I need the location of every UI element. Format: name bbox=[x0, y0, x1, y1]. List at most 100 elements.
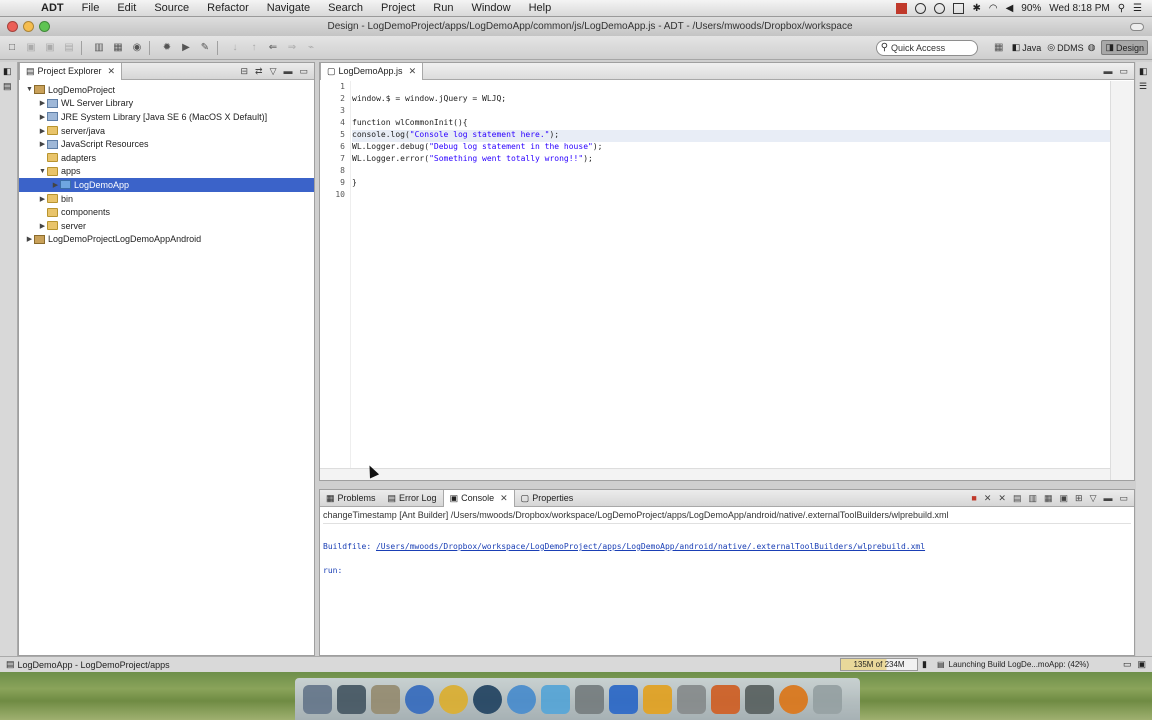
eclipse-dock-icon[interactable] bbox=[677, 684, 706, 714]
pin-editor-icon[interactable]: ⌁ bbox=[304, 41, 318, 55]
avd-manager-icon[interactable]: ▦ bbox=[111, 41, 125, 55]
network-dock-icon[interactable] bbox=[507, 684, 536, 714]
sync-icon[interactable] bbox=[915, 2, 927, 14]
outline-view-icon[interactable]: ☰ bbox=[1139, 81, 1149, 92]
tab-project-explorer[interactable]: ▤ Project Explorer ✕ bbox=[19, 62, 123, 80]
new-icon[interactable]: □ bbox=[5, 41, 19, 55]
menu-edit[interactable]: Edit bbox=[108, 2, 145, 14]
powerpoint-dock-icon[interactable] bbox=[711, 684, 740, 714]
menu-navigate[interactable]: Navigate bbox=[258, 2, 319, 14]
tree-item[interactable]: ▶ server/java bbox=[19, 124, 314, 138]
menu-app[interactable]: ADT bbox=[32, 2, 73, 14]
quick-access-field[interactable]: ⚲ Quick Access bbox=[875, 39, 978, 56]
tree-item[interactable]: adapters bbox=[19, 151, 314, 165]
console-output[interactable]: changeTimestamp [Ant Builder] /Users/mwo… bbox=[320, 507, 1134, 578]
collapse-all-icon[interactable]: ⊟ bbox=[240, 66, 248, 77]
perspective-design[interactable]: ◨ Design bbox=[1101, 40, 1148, 55]
word-dock-icon[interactable] bbox=[609, 684, 638, 714]
remove-all-icon[interactable]: ✕ bbox=[998, 493, 1006, 504]
collapsed-icon[interactable]: ▶ bbox=[25, 235, 34, 243]
menu-run[interactable]: Run bbox=[424, 2, 462, 14]
back-icon[interactable]: ⇐ bbox=[266, 41, 280, 55]
tree-item[interactable]: ▼ LogDemoProject bbox=[19, 83, 314, 97]
tree-item[interactable]: ▶ server bbox=[19, 219, 314, 233]
menu-refactor[interactable]: Refactor bbox=[198, 2, 258, 14]
tab-logdemoapp-js[interactable]: ▢ LogDemoApp.js ✕ bbox=[320, 62, 424, 80]
tree-item[interactable]: ▼ apps bbox=[19, 165, 314, 179]
utility-dock-icon[interactable] bbox=[745, 684, 774, 714]
chrome-dock-icon[interactable] bbox=[439, 684, 468, 714]
link-editor-icon[interactable]: ⇄ bbox=[255, 66, 263, 77]
editor-horizontal-scrollbar[interactable] bbox=[320, 468, 1110, 480]
buildfile-link[interactable]: /Users/mwoods/Dropbox/workspace/LogDemoP… bbox=[376, 542, 925, 551]
tab-problems[interactable]: ▦ Problems bbox=[320, 490, 382, 507]
editor-vertical-scrollbar[interactable] bbox=[1110, 81, 1134, 480]
tree-item[interactable]: ▶ bin bbox=[19, 192, 314, 206]
terminate-icon[interactable]: ■ bbox=[971, 493, 976, 504]
tab-properties[interactable]: ▢ Properties bbox=[515, 490, 580, 507]
heap-status[interactable]: 135M of 234M bbox=[840, 658, 919, 671]
collapsed-icon[interactable]: ▶ bbox=[38, 127, 47, 135]
trash-dock-icon[interactable] bbox=[813, 684, 842, 714]
tab-error-log[interactable]: ▤ Error Log bbox=[382, 490, 443, 507]
menu-help[interactable]: Help bbox=[520, 2, 561, 14]
code-lines[interactable]: window.$ = window.jQuery = WLJQ; functio… bbox=[350, 81, 1134, 480]
garbage-collect-icon[interactable]: ▮ bbox=[922, 659, 927, 670]
messages-dock-icon[interactable] bbox=[541, 684, 570, 714]
collapsed-icon[interactable]: ▶ bbox=[38, 140, 47, 148]
close-icon[interactable]: ✕ bbox=[108, 66, 116, 77]
expanded-icon[interactable]: ▼ bbox=[38, 168, 47, 175]
outlook-dock-icon[interactable] bbox=[643, 684, 672, 714]
zoom-window-button[interactable] bbox=[39, 21, 50, 32]
spotlight-icon[interactable]: ⚲ bbox=[1118, 3, 1125, 14]
collapsed-icon[interactable]: ▶ bbox=[38, 113, 47, 121]
menu-source[interactable]: Source bbox=[145, 2, 198, 14]
chat-icon[interactable] bbox=[934, 2, 946, 14]
firefox-dock-icon[interactable] bbox=[779, 684, 808, 714]
tree-item[interactable]: components bbox=[19, 205, 314, 219]
minimize-icon[interactable]: ▬ bbox=[283, 66, 292, 77]
restore-icon[interactable]: ◧ bbox=[1139, 66, 1149, 77]
collapsed-icon[interactable]: ▶ bbox=[51, 181, 60, 189]
perspective-ddms[interactable]: ◎ DDMS bbox=[1047, 42, 1083, 53]
time-machine-icon[interactable] bbox=[953, 2, 965, 14]
close-icon[interactable]: ✕ bbox=[409, 66, 417, 77]
minimized-view-icon[interactable]: ▤ bbox=[3, 81, 14, 92]
status-close-icon[interactable]: ▣ bbox=[1137, 659, 1146, 670]
restore-icon[interactable]: ◧ bbox=[3, 66, 14, 77]
tab-console[interactable]: ▣ Console ✕ bbox=[442, 489, 515, 507]
bluetooth-icon[interactable]: ✱ bbox=[972, 3, 980, 14]
open-console-icon[interactable]: ⊞ bbox=[1075, 493, 1083, 504]
tree-item[interactable]: ▶ JavaScript Resources bbox=[19, 137, 314, 151]
menu-search[interactable]: Search bbox=[319, 2, 372, 14]
toolbar-toggle-button[interactable] bbox=[1130, 22, 1144, 31]
menu-file[interactable]: File bbox=[73, 2, 109, 14]
tools-dock-icon[interactable] bbox=[337, 684, 366, 714]
expanded-icon[interactable]: ▼ bbox=[25, 86, 34, 93]
minimize-icon[interactable]: ▬ bbox=[1103, 66, 1112, 77]
menu-window[interactable]: Window bbox=[462, 2, 519, 14]
open-perspective-icon[interactable]: ▦ bbox=[992, 41, 1006, 55]
progress-indicator[interactable]: ▤ Launching Build LogDe...moApp: (42%) bbox=[937, 658, 1113, 671]
clock[interactable]: Wed 8:18 PM bbox=[1049, 3, 1109, 14]
collapsed-icon[interactable]: ▶ bbox=[38, 222, 47, 230]
remove-launch-icon[interactable]: ✕ bbox=[984, 493, 992, 504]
pin-console-icon[interactable]: ▦ bbox=[1044, 493, 1053, 504]
battery-status[interactable]: 90% bbox=[1021, 3, 1041, 14]
run-icon[interactable]: ▶ bbox=[179, 41, 193, 55]
preferences-dock-icon[interactable] bbox=[575, 684, 604, 714]
maximize-icon[interactable]: ▭ bbox=[299, 66, 308, 77]
tree-item[interactable]: ▶ JRE System Library [Java SE 6 (MacOS X … bbox=[19, 110, 314, 124]
perspective-java[interactable]: ◧ Java bbox=[1012, 42, 1042, 53]
notes-dock-icon[interactable] bbox=[371, 684, 400, 714]
scroll-lock-icon[interactable]: ▥ bbox=[1028, 493, 1037, 504]
wifi-icon[interactable]: ◠ bbox=[989, 3, 998, 14]
record-icon[interactable] bbox=[896, 2, 908, 14]
print-icon[interactable]: ▤ bbox=[62, 41, 76, 55]
perspective-design-icon-only[interactable]: ◍ bbox=[1088, 42, 1096, 53]
next-annotation-icon[interactable]: ↓ bbox=[228, 41, 242, 55]
itunes-dock-icon[interactable] bbox=[473, 684, 502, 714]
close-window-button[interactable] bbox=[7, 21, 18, 32]
collapsed-icon[interactable]: ▶ bbox=[38, 195, 47, 203]
minimize-icon[interactable]: ▬ bbox=[1103, 493, 1112, 504]
